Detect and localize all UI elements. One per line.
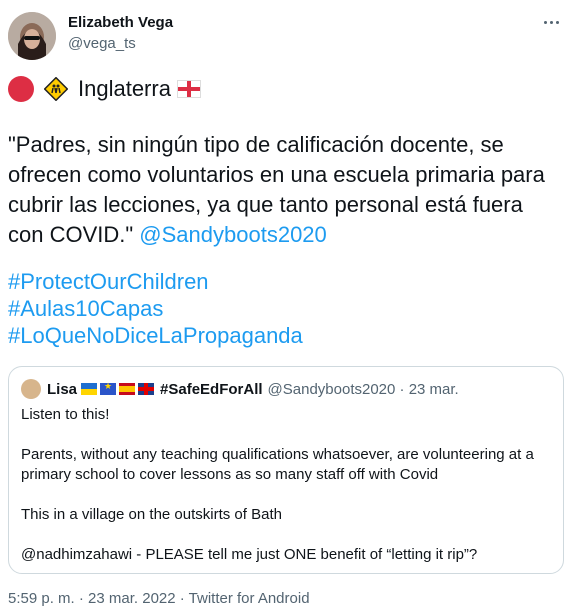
ukraine-flag-icon [81, 383, 98, 395]
avatar-photo [8, 12, 56, 60]
eu-flag-icon [100, 381, 117, 395]
author-avatar[interactable] [8, 12, 56, 60]
quoted-hashtag: #SafeEdForAll [160, 380, 263, 398]
hashtag-link[interactable]: #LoQueNoDiceLaPropaganda [8, 322, 303, 349]
uk-flag-icon [138, 383, 155, 395]
england-flag-icon [176, 80, 201, 98]
more-options-icon[interactable] [541, 12, 561, 32]
spain-flag-icon [119, 383, 136, 395]
quoted-tweet-text: Listen to this! Parents, without any tea… [21, 406, 534, 563]
quoted-meta: @Sandyboots2020 · 23 mar. [267, 380, 459, 398]
quoted-tweet-header: Lisa #SafeEdForAll @Sandyboots2020 · 23 … [21, 379, 459, 399]
location-text: Inglaterra [78, 76, 171, 101]
mention-link[interactable]: @Sandyboots2020 [139, 222, 326, 247]
red-circle-icon [8, 76, 34, 102]
tweet-timestamp[interactable]: 5:59 p. m. · 23 mar. 2022 · Twitter for … [8, 590, 310, 607]
children-crossing-icon [44, 77, 68, 101]
quoted-avatar[interactable] [21, 379, 41, 399]
author-name[interactable]: Elizabeth Vega [68, 14, 173, 31]
tweet-text: "Padres, sin ningún tipo de calificación… [8, 130, 558, 250]
quoted-tweet[interactable]: Lisa #SafeEdForAll @Sandyboots2020 · 23 … [8, 366, 564, 574]
tweet-header: Elizabeth Vega @vega_ts [0, 0, 571, 60]
location-line: Inglaterra [8, 74, 201, 104]
quoted-author-name[interactable]: Lisa [47, 381, 77, 398]
hashtag-link[interactable]: #Aulas10Capas [8, 295, 303, 322]
hashtag-link[interactable]: #ProtectOurChildren [8, 268, 303, 295]
hashtag-list: #ProtectOurChildren #Aulas10Capas #LoQue… [8, 268, 303, 349]
author-handle[interactable]: @vega_ts [68, 35, 136, 52]
